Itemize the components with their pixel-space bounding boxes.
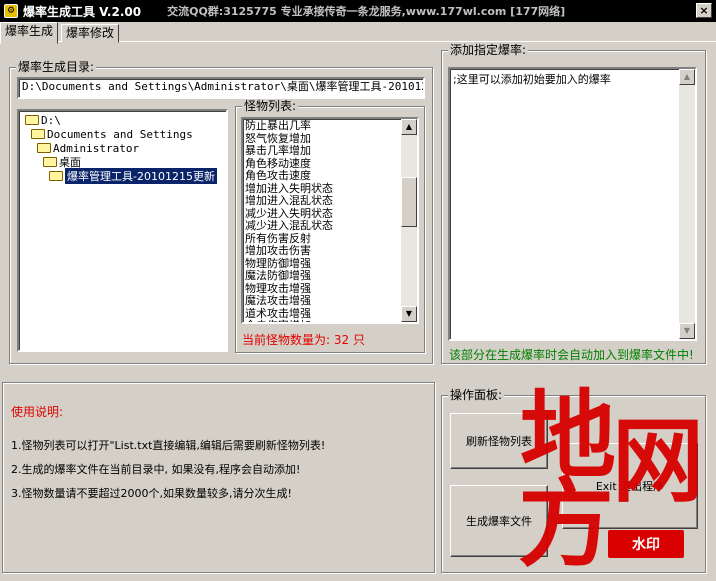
folder-open-icon	[31, 129, 45, 139]
list-item[interactable]: 魔法防御增强	[245, 269, 399, 283]
arrow-up-icon: ▲	[405, 122, 413, 131]
tab-generate[interactable]: 爆率生成	[0, 22, 59, 44]
window-title-extra: 交流QQ群:3125775 专业承接传奇一条龙服务,www.177wl.com …	[167, 5, 566, 18]
add-rate-note: 该部分在生成爆率时会自动加入到爆率文件中!	[449, 348, 694, 362]
monster-list-items: 防止暴出几率 怒气恢复增加 暴击几率增加 角色移动速度 角色攻击速度 增加进入失明状态 增加…	[245, 119, 399, 322]
title-bar: ⚙ 爆率生成工具 V.2.00 交流QQ群:3125775 专业承接传奇一条龙服…	[0, 0, 716, 22]
tab-modify[interactable]: 爆率修改	[61, 24, 120, 43]
watermark-badge: 水印	[608, 530, 684, 558]
usage-line-1: 1.怪物列表可以打开"List.txt直接编辑,编辑后需要刷新怪物列表!	[11, 439, 326, 452]
close-button[interactable]: ×	[696, 3, 712, 18]
list-item[interactable]: 增加攻击伤害	[245, 244, 399, 258]
list-item[interactable]: 增加进入混乱状态	[245, 194, 399, 208]
watermark-char-3: 方	[518, 467, 614, 580]
scroll-thumb[interactable]	[401, 177, 417, 227]
watermark-char-2: 网	[612, 407, 705, 515]
tree-node-tool-folder[interactable]: 爆率管理工具-20101215更新	[49, 168, 217, 184]
monster-list[interactable]: 防止暴出几率 怒气恢复增加 暴击几率增加 角色移动速度 角色攻击速度 增加进入失明状态 增加…	[241, 117, 419, 324]
arrow-down-icon: ▼	[683, 326, 691, 335]
usage-line-3: 3.怪物数量请不要超过2000个,如果数量较多,请分次生成!	[11, 487, 292, 500]
generate-dir-label: 爆率生成目录:	[16, 60, 97, 74]
add-rate-scrollbar[interactable]: ▲ ▼	[679, 69, 695, 339]
app-icon: ⚙	[4, 4, 18, 18]
monster-count: 当前怪物数量为: 32 只	[242, 333, 365, 347]
scroll-up-button[interactable]: ▲	[679, 69, 695, 85]
list-item[interactable]: 合击伤害增加	[245, 319, 399, 322]
tab-strip: 爆率生成 爆率修改	[0, 22, 716, 44]
usage-title: 使用说明:	[11, 405, 64, 419]
arrow-up-icon: ▲	[683, 72, 691, 81]
list-item[interactable]: 防止暴出几率	[245, 119, 399, 133]
add-rate-content: ;这里可以添加初始要加入的爆率	[453, 73, 611, 86]
folder-open-icon	[37, 143, 51, 153]
arrow-down-icon: ▼	[405, 309, 413, 318]
folder-open-icon	[25, 115, 39, 125]
tree-node-documents[interactable]: Documents and Settings	[31, 127, 193, 141]
list-item[interactable]: 角色攻击速度	[245, 169, 399, 183]
list-item[interactable]: 魔法攻击增强	[245, 294, 399, 308]
folder-open-icon	[43, 157, 57, 167]
directory-tree[interactable]: D:\ Documents and Settings Administrator…	[17, 109, 228, 352]
monster-list-label: 怪物列表:	[242, 99, 299, 113]
monster-list-scrollbar[interactable]: ▲ ▼	[401, 119, 417, 322]
operations-label: 操作面板:	[448, 388, 505, 402]
usage-panel: 使用说明: 1.怪物列表可以打开"List.txt直接编辑,编辑后需要刷新怪物列…	[2, 382, 435, 573]
scroll-down-button[interactable]: ▼	[401, 306, 417, 322]
scroll-up-button[interactable]: ▲	[401, 119, 417, 135]
tree-node-administrator[interactable]: Administrator	[37, 141, 139, 155]
scroll-down-button[interactable]: ▼	[679, 323, 695, 339]
window-title: 爆率生成工具 V.2.00	[23, 4, 142, 19]
dir-path-field[interactable]: D:\Documents and Settings\Administrator\…	[17, 77, 425, 99]
add-rate-label: 添加指定爆率:	[448, 43, 529, 57]
tree-node-drive[interactable]: D:\	[25, 113, 61, 127]
list-item[interactable]: 减少进入混乱状态	[245, 219, 399, 233]
close-icon: ×	[699, 4, 709, 17]
usage-line-2: 2.生成的爆率文件在当前目录中, 如果没有,程序会自动添加!	[11, 463, 301, 476]
add-rate-textarea[interactable]: ;这里可以添加初始要加入的爆率 ▲ ▼	[448, 67, 697, 341]
list-item[interactable]: 暴击几率增加	[245, 144, 399, 158]
tree-node-desktop[interactable]: 桌面	[43, 155, 81, 169]
folder-open-icon	[49, 171, 63, 181]
